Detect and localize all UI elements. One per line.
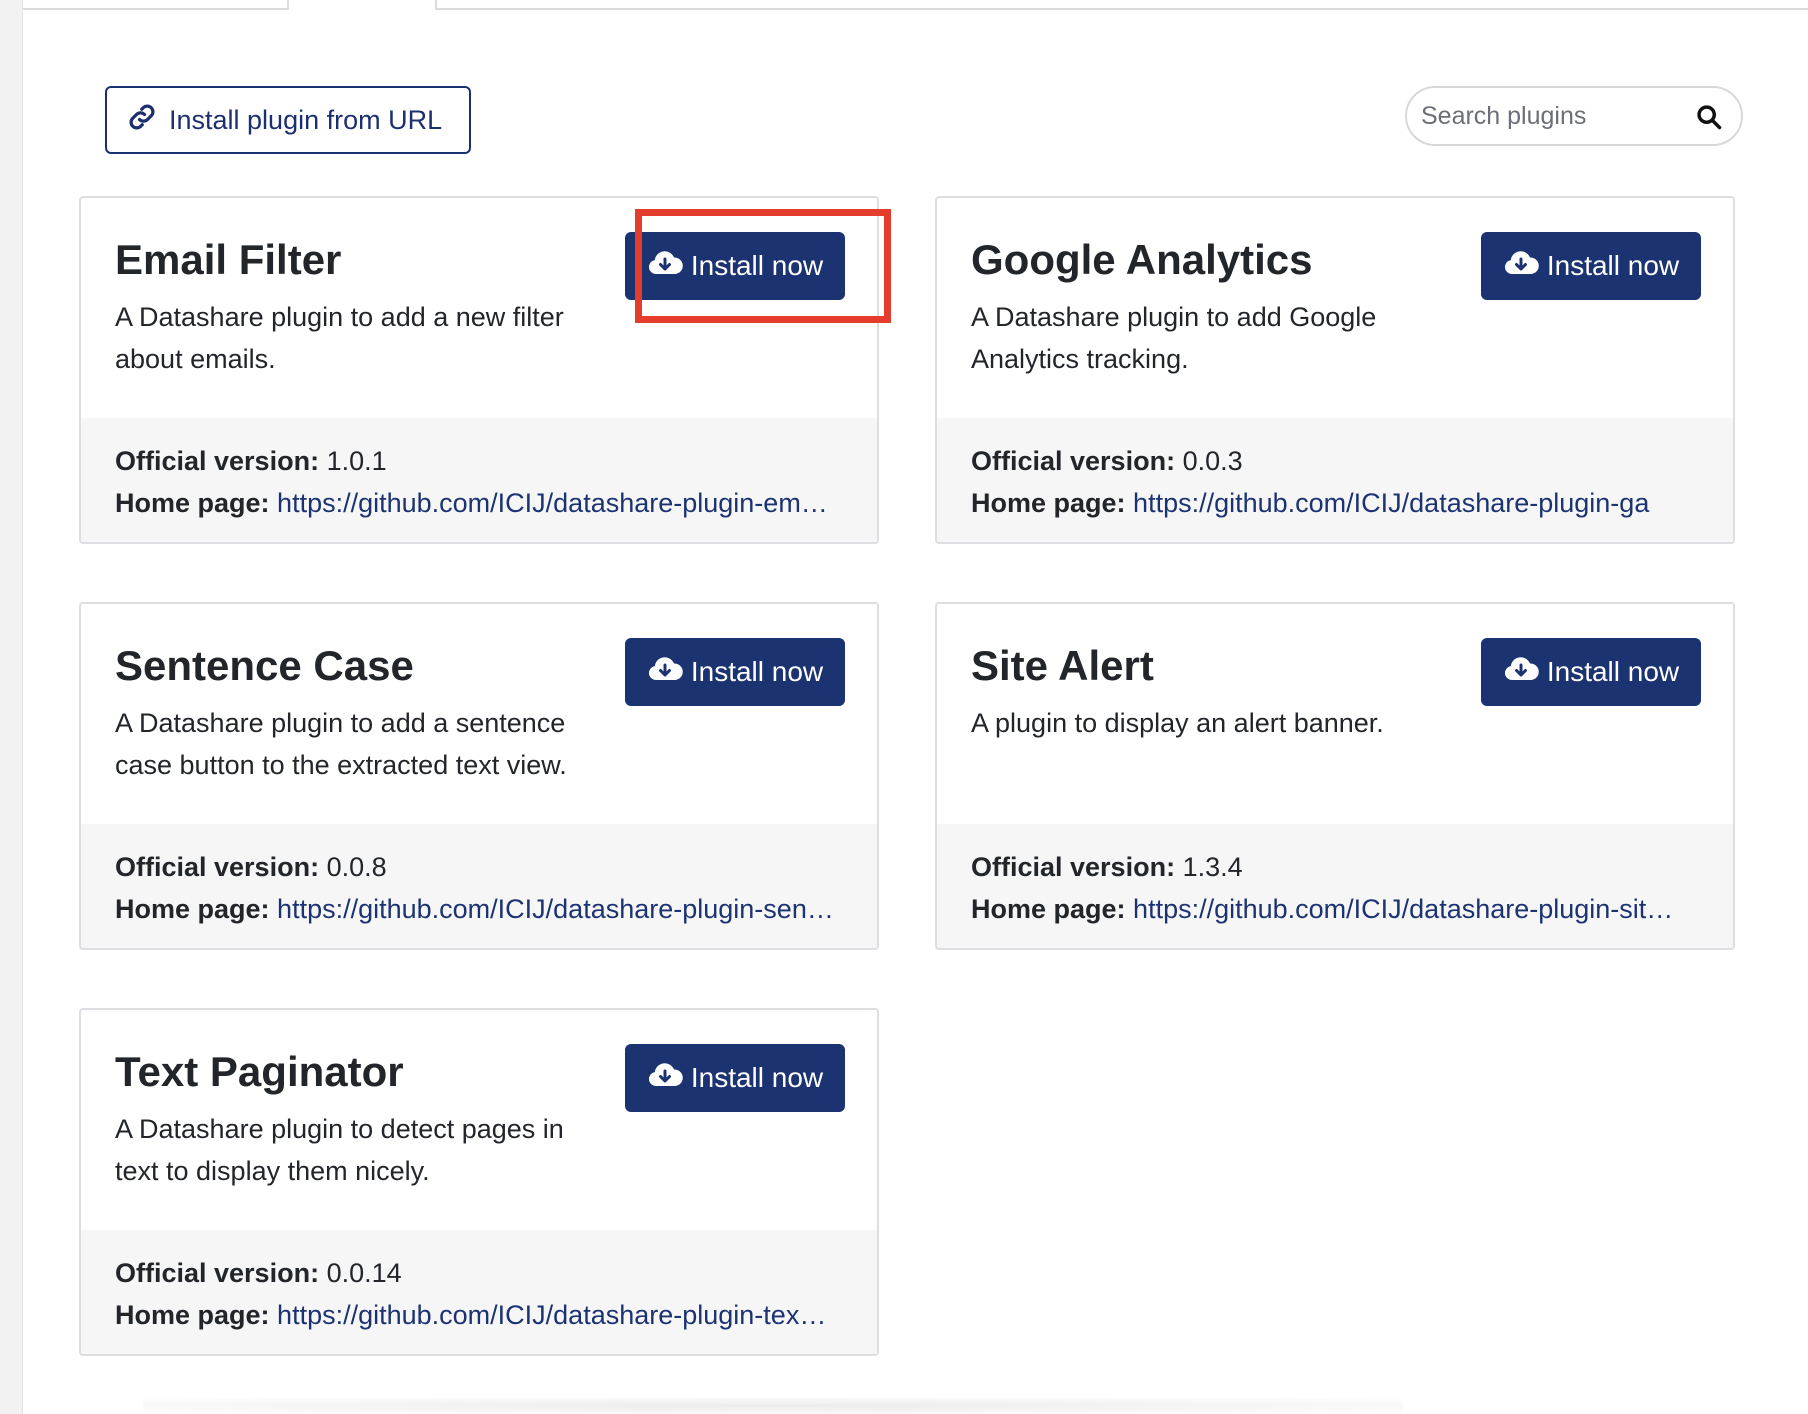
install-now-button[interactable]: Install now — [625, 638, 845, 706]
install-now-label: Install now — [690, 1062, 824, 1093]
search-box — [1405, 86, 1743, 146]
plugin-card-body: Google Analytics A Datashare plugin to a… — [937, 198, 1733, 418]
plugin-description: A Datashare plugin to add a new filter a… — [115, 302, 564, 374]
plugin-title: Email Filter — [115, 236, 342, 283]
home-page-row: Home page: https://github.com/ICIJ/datas… — [971, 888, 1699, 930]
official-version-label: Official version: — [971, 446, 1176, 476]
search-icon[interactable] — [1695, 103, 1723, 131]
official-version-label: Official version: — [115, 852, 320, 882]
home-page-link[interactable]: https://github.com/ICIJ/datashare-plugin… — [277, 894, 834, 924]
home-page-link[interactable]: https://github.com/ICIJ/datashare-plugin… — [277, 488, 828, 518]
install-now-button[interactable]: Install now — [1481, 638, 1701, 706]
install-now-label: Install now — [690, 250, 824, 281]
plugin-card: Sentence Case A Datashare plugin to add … — [79, 602, 879, 950]
plugin-description: A plugin to display an alert banner. — [971, 708, 1384, 738]
plugin-meta: Official version: 0.0.8 Home page: https… — [81, 824, 877, 948]
home-page-link[interactable]: https://github.com/ICIJ/datashare-plugin… — [1133, 894, 1673, 924]
home-page-row: Home page: https://github.com/ICIJ/datas… — [971, 482, 1699, 524]
tab-previous[interactable] — [23, 0, 289, 10]
plugin-title: Sentence Case — [115, 642, 414, 689]
search-input[interactable] — [1407, 101, 1677, 131]
home-page-row: Home page: https://github.com/ICIJ/datas… — [115, 482, 843, 524]
official-version-row: Official version: 1.3.4 — [971, 846, 1699, 888]
tab-next[interactable] — [435, 0, 1808, 10]
plugin-card: Text Paginator A Datashare plugin to det… — [79, 1008, 879, 1356]
bottom-shadow — [143, 1398, 1403, 1414]
official-version-label: Official version: — [971, 852, 1176, 882]
plugin-description: A Datashare plugin to add Google Analyti… — [971, 302, 1377, 374]
install-plugin-from-url-button[interactable]: Install plugin from URL — [105, 86, 471, 154]
plugin-meta: Official version: 1.3.4 Home page: https… — [937, 824, 1733, 948]
official-version-row: Official version: 1.0.1 — [115, 440, 843, 482]
plugin-card-body: Text Paginator A Datashare plugin to det… — [81, 1010, 877, 1230]
plugin-card: Site Alert A plugin to display an alert … — [935, 602, 1735, 950]
home-page-link[interactable]: https://github.com/ICIJ/datashare-plugin… — [1133, 488, 1649, 518]
plugin-meta: Official version: 0.0.3 Home page: https… — [937, 418, 1733, 542]
official-version-row: Official version: 0.0.14 — [115, 1252, 843, 1294]
cloud-download-icon — [647, 248, 683, 285]
plugin-title: Site Alert — [971, 642, 1154, 689]
install-now-button[interactable]: Install now — [625, 1044, 845, 1112]
home-page-label: Home page: — [115, 488, 270, 518]
home-page-label: Home page: — [971, 894, 1126, 924]
install-now-label: Install now — [690, 656, 824, 687]
plugin-title: Text Paginator — [115, 1048, 404, 1095]
official-version-value: 0.0.8 — [326, 852, 387, 882]
official-version-row: Official version: 0.0.3 — [971, 440, 1699, 482]
cloud-download-icon — [1503, 654, 1539, 691]
home-page-label: Home page: — [115, 894, 270, 924]
plugin-card: Email Filter A Datashare plugin to add a… — [79, 196, 879, 544]
plugin-card-body: Sentence Case A Datashare plugin to add … — [81, 604, 877, 824]
plugin-meta: Official version: 0.0.14 Home page: http… — [81, 1230, 877, 1354]
home-page-row: Home page: https://github.com/ICIJ/datas… — [115, 1294, 843, 1336]
plugin-description: A Datashare plugin to detect pages in te… — [115, 1114, 564, 1186]
install-now-label: Install now — [1546, 250, 1680, 281]
cloud-download-icon — [647, 654, 683, 691]
official-version-label: Official version: — [115, 446, 320, 476]
home-page-label: Home page: — [115, 1300, 270, 1330]
plugins-page: Install plugin from URL Email Filter A D… — [22, 0, 1808, 1414]
cloud-download-icon — [1503, 248, 1539, 285]
tab-bar — [23, 0, 1808, 10]
install-now-label: Install now — [1546, 656, 1680, 687]
official-version-row: Official version: 0.0.8 — [115, 846, 843, 888]
plugin-card-body: Email Filter A Datashare plugin to add a… — [81, 198, 877, 418]
official-version-label: Official version: — [115, 1258, 320, 1288]
install-plugin-from-url-label: Install plugin from URL — [169, 104, 443, 135]
official-version-value: 0.0.3 — [1182, 446, 1243, 476]
official-version-value: 1.3.4 — [1182, 852, 1243, 882]
link-icon — [127, 102, 157, 139]
home-page-label: Home page: — [971, 488, 1126, 518]
official-version-value: 0.0.14 — [326, 1258, 402, 1288]
plugin-meta: Official version: 1.0.1 Home page: https… — [81, 418, 877, 542]
plugin-description: A Datashare plugin to add a sentence cas… — [115, 708, 567, 780]
home-page-link[interactable]: https://github.com/ICIJ/datashare-plugin… — [277, 1300, 826, 1330]
plugin-card-body: Site Alert A plugin to display an alert … — [937, 604, 1733, 824]
plugin-title: Google Analytics — [971, 236, 1313, 283]
home-page-row: Home page: https://github.com/ICIJ/datas… — [115, 888, 843, 930]
cloud-download-icon — [647, 1060, 683, 1097]
official-version-value: 1.0.1 — [326, 446, 387, 476]
install-now-button[interactable]: Install now — [625, 232, 845, 300]
install-now-button[interactable]: Install now — [1481, 232, 1701, 300]
plugin-card: Google Analytics A Datashare plugin to a… — [935, 196, 1735, 544]
